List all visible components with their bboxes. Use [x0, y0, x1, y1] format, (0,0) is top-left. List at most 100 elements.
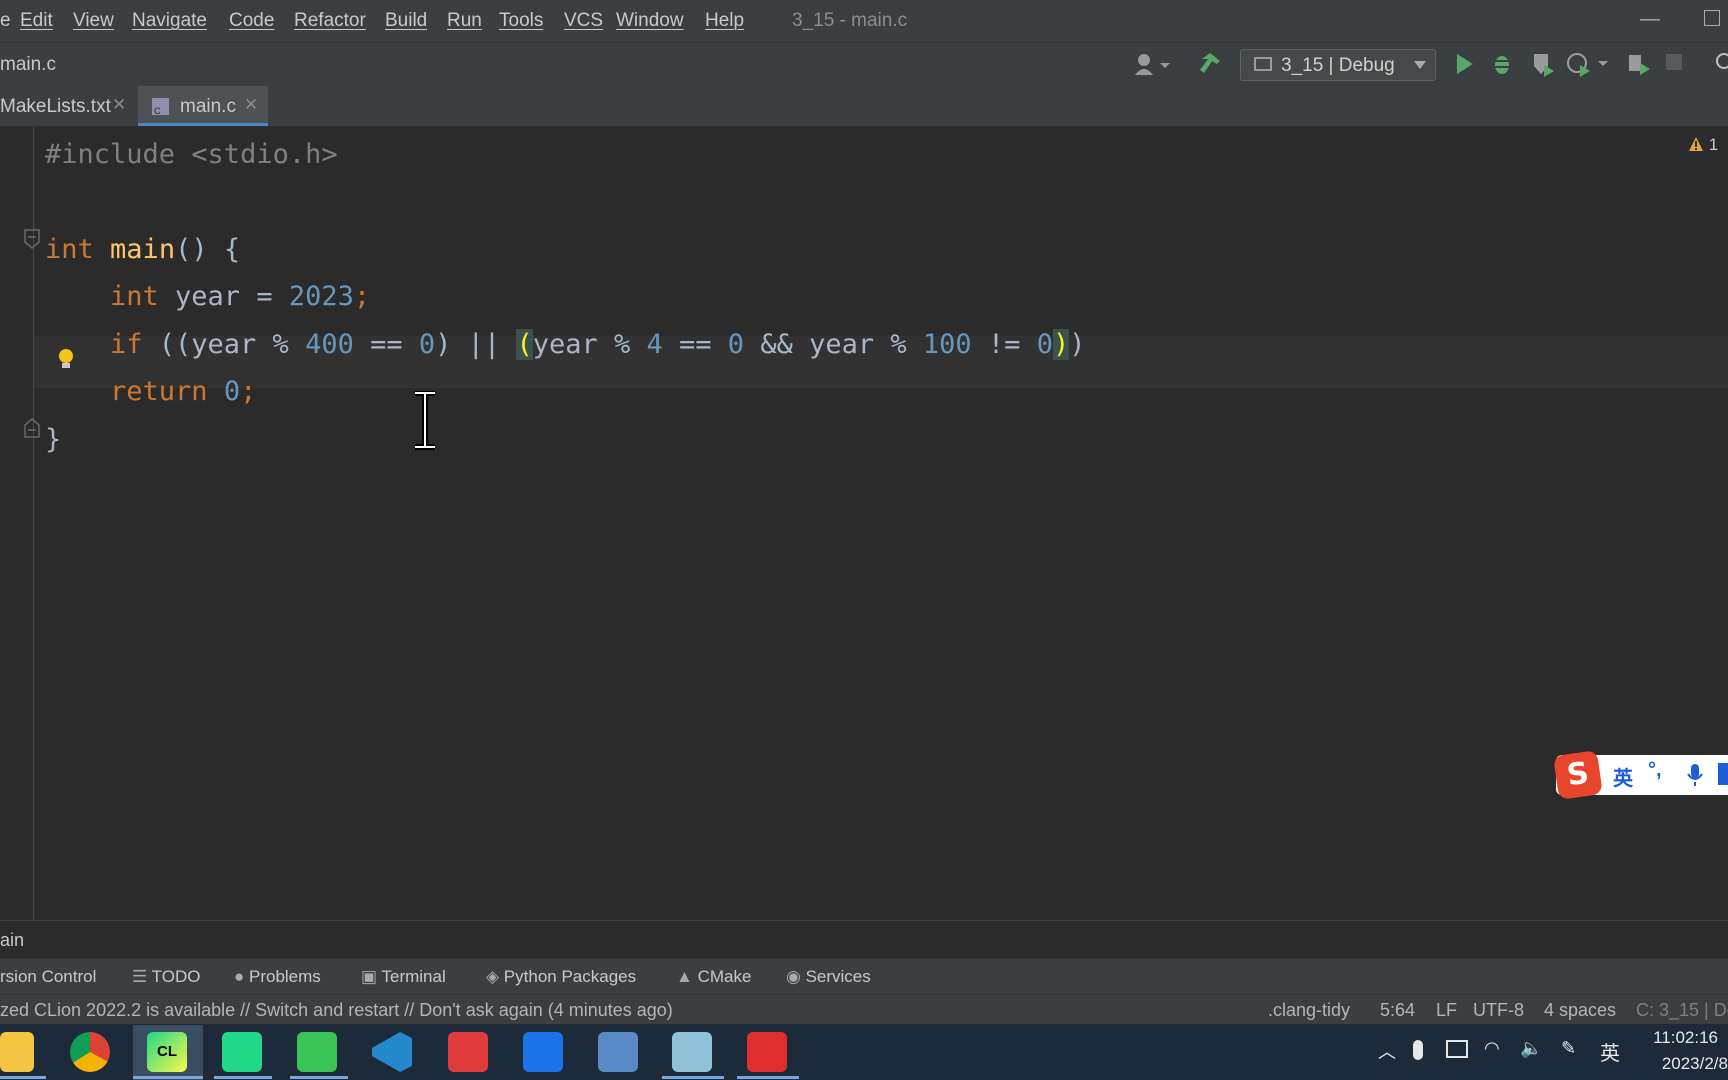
tab-cmakelists[interactable]: MakeLists.txt ✕: [0, 86, 138, 126]
run-config-label: 3_15 | Debug: [1281, 55, 1395, 76]
nav-breadcrumb-file[interactable]: main.c: [0, 54, 56, 76]
code-line-5[interactable]: if ((year % 400 == 0) || (year % 4 == 0 …: [110, 329, 1085, 360]
run-icon[interactable]: [1454, 52, 1476, 81]
status-line-ending[interactable]: LF: [1436, 1000, 1457, 1021]
file-explorer-icon[interactable]: [0, 1032, 34, 1072]
attach-icon[interactable]: [1626, 51, 1652, 82]
code-token: ==: [353, 329, 419, 360]
closing-brace: }: [45, 424, 62, 455]
user-icon[interactable]: [1134, 51, 1174, 82]
tool-version-control[interactable]: rsion Control: [0, 967, 96, 987]
fold-icon[interactable]: [23, 417, 41, 444]
number-literal: 100: [922, 329, 972, 360]
close-icon[interactable]: ✕: [112, 95, 126, 115]
clock-date[interactable]: 2023/2/8: [1662, 1054, 1728, 1074]
tray-ime-language[interactable]: 英: [1600, 1037, 1620, 1066]
restore-icon[interactable]: [1704, 10, 1720, 26]
search-icon[interactable]: [1712, 51, 1728, 80]
remote-desktop-icon[interactable]: [598, 1032, 638, 1072]
menu-refactor[interactable]: Refactor: [294, 10, 366, 32]
wifi-icon[interactable]: ◠: [1484, 1038, 1500, 1059]
codeblocks-icon[interactable]: [297, 1032, 337, 1072]
punctuation-icon[interactable]: °,: [1648, 759, 1662, 782]
status-linter[interactable]: .clang-tidy: [1268, 1000, 1350, 1021]
profiler-icon[interactable]: [1566, 51, 1610, 82]
menu-file[interactable]: e: [0, 10, 11, 32]
ime-more-icon[interactable]: [1718, 763, 1728, 785]
menu-help[interactable]: Help: [705, 10, 744, 32]
tool-label: CMake: [697, 967, 752, 986]
run-configuration-selector[interactable]: 3_15 | Debug: [1240, 49, 1436, 81]
function-name: main: [110, 234, 176, 265]
menu-edit[interactable]: Edit: [20, 10, 53, 32]
tool-cmake[interactable]: ▲ CMake: [676, 967, 751, 987]
status-context[interactable]: C: 3_15 | De: [1636, 1000, 1728, 1021]
close-icon[interactable]: ✕: [244, 95, 258, 115]
clion-icon[interactable]: CL: [147, 1032, 187, 1072]
warning-count: 1: [1708, 135, 1719, 154]
running-indicator: [290, 1076, 348, 1079]
tool-todo[interactable]: ☰ TODO: [132, 967, 200, 987]
status-message[interactable]: zed CLion 2022.2 is available // Switch …: [0, 1000, 673, 1021]
coverage-icon[interactable]: [1530, 51, 1556, 82]
matched-paren-open: (: [516, 329, 533, 360]
ime-toolbar[interactable]: S 英 °,: [1553, 750, 1728, 800]
tool-python-packages[interactable]: ◈ Python Packages: [486, 967, 636, 987]
menu-code[interactable]: Code: [229, 10, 274, 32]
code-line-7[interactable]: }: [45, 424, 61, 455]
function-breadcrumb[interactable]: ain: [0, 930, 24, 951]
microphone-icon[interactable]: [1686, 763, 1704, 792]
windows-taskbar: CL ︿ ◠ 🔈 ✎ 英 11:02:16 2023/2/8: [0, 1024, 1728, 1080]
microphone-icon[interactable]: [1413, 1040, 1423, 1060]
code-line-3[interactable]: int main() {: [45, 234, 240, 265]
status-indent[interactable]: 4 spaces: [1544, 1000, 1616, 1021]
tool-label: Services: [805, 967, 871, 986]
tool-terminal[interactable]: ▣ Terminal: [361, 967, 446, 987]
status-caret-position[interactable]: 5:64: [1380, 1000, 1415, 1021]
stop-icon[interactable]: [1666, 54, 1682, 70]
menu-bar: e Edit View Navigate Code Refactor Build…: [0, 0, 1728, 42]
services-icon: ◉: [786, 967, 806, 986]
menu-run[interactable]: Run: [447, 10, 482, 32]
menu-tools[interactable]: Tools: [499, 10, 543, 32]
window-title: 3_15 - main.c: [792, 10, 908, 31]
menu-navigate[interactable]: Navigate: [132, 10, 207, 32]
notepad-icon[interactable]: [672, 1032, 712, 1072]
tool-services[interactable]: ◉ Services: [786, 967, 871, 987]
recorder-icon[interactable]: [747, 1032, 787, 1072]
lightbulb-icon[interactable]: [55, 347, 77, 378]
tray-chevron-up-icon[interactable]: ︿: [1378, 1038, 1396, 1064]
menu-view[interactable]: View: [73, 10, 114, 32]
tool-problems[interactable]: ● Problems: [234, 967, 321, 987]
build-hammer-icon[interactable]: [1198, 51, 1224, 82]
navigation-bar: main.c 3_15 | Debug: [0, 42, 1728, 88]
chrome-icon[interactable]: [70, 1032, 110, 1072]
menu-build[interactable]: Build: [385, 10, 427, 32]
code-line-4[interactable]: int year = 2023;: [110, 281, 370, 312]
code-editor[interactable]: 1 #include <stdio.h> int main() { int ye…: [0, 127, 1728, 920]
volume-icon[interactable]: 🔈: [1520, 1038, 1542, 1059]
code-line-6[interactable]: return 0;: [110, 376, 256, 407]
chevron-down-icon: [1413, 58, 1427, 76]
tab-main-c[interactable]: C main.c ✕: [138, 86, 268, 126]
pen-icon[interactable]: ✎: [1561, 1038, 1576, 1059]
debug-icon[interactable]: [1490, 51, 1514, 82]
menu-window[interactable]: Window: [616, 10, 684, 32]
code-token: year %: [532, 329, 647, 360]
fold-icon[interactable]: [23, 228, 41, 255]
clock-time[interactable]: 11:02:16: [1653, 1028, 1718, 1048]
ime-language[interactable]: 英: [1613, 762, 1633, 791]
keyword-return: return: [110, 376, 208, 407]
mail-icon[interactable]: [523, 1032, 563, 1072]
warning-indicator[interactable]: 1: [1688, 135, 1718, 155]
sync-icon[interactable]: [1446, 1040, 1468, 1058]
status-encoding[interactable]: UTF-8: [1473, 1000, 1524, 1021]
keyword-if: if: [110, 329, 143, 360]
text-cursor-icon: [412, 390, 438, 456]
vscode-icon[interactable]: [372, 1032, 412, 1072]
minimize-icon[interactable]: —: [1640, 8, 1660, 31]
menu-vcs[interactable]: VCS: [564, 10, 603, 32]
code-line-1[interactable]: #include <stdio.h>: [45, 139, 338, 170]
pycharm-icon[interactable]: [222, 1032, 262, 1072]
notes-icon[interactable]: [448, 1032, 488, 1072]
